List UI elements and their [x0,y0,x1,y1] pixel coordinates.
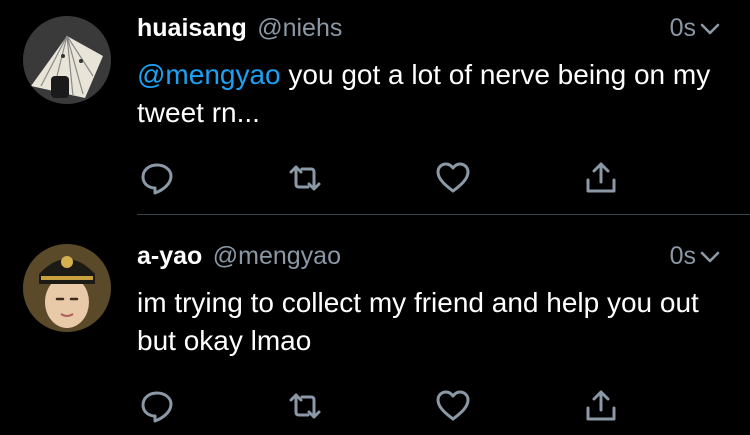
timestamp-area: 0s [670,242,720,271]
tweet-text: @mengyao you got a lot of nerve being on… [137,56,727,132]
avatar-portrait-image [23,244,111,332]
tweet-header: huaisang @niehs 0s [137,14,720,48]
avatar[interactable] [23,16,111,104]
action-bar [137,388,627,424]
tweet-text-body: im trying to collect my friend and help … [137,287,699,356]
timestamp-area: 0s [670,14,720,43]
handle[interactable]: @mengyao [213,242,341,270]
avatar-fan-image [23,16,111,104]
action-bar [137,160,627,196]
display-name[interactable]: huaisang [137,14,247,42]
tweet-text: im trying to collect my friend and help … [137,284,727,360]
tweet-divider [137,214,750,215]
tweet-header: a-yao @mengyao 0s [137,242,720,276]
timestamp: 0s [669,242,696,270]
share-icon[interactable] [583,160,619,196]
chevron-down-icon[interactable] [700,22,720,36]
heart-icon[interactable] [435,160,471,196]
reply-icon[interactable] [139,160,175,196]
mention-link[interactable]: @mengyao [137,59,281,90]
handle[interactable]: @niehs [257,14,342,42]
chevron-down-icon[interactable] [700,250,720,264]
share-icon[interactable] [583,388,619,424]
heart-icon[interactable] [435,388,471,424]
display-name[interactable]: a-yao [137,242,202,270]
avatar[interactable] [23,244,111,332]
retweet-icon[interactable] [287,160,323,196]
reply-icon[interactable] [139,388,175,424]
timestamp: 0s [669,14,696,42]
retweet-icon[interactable] [287,388,323,424]
